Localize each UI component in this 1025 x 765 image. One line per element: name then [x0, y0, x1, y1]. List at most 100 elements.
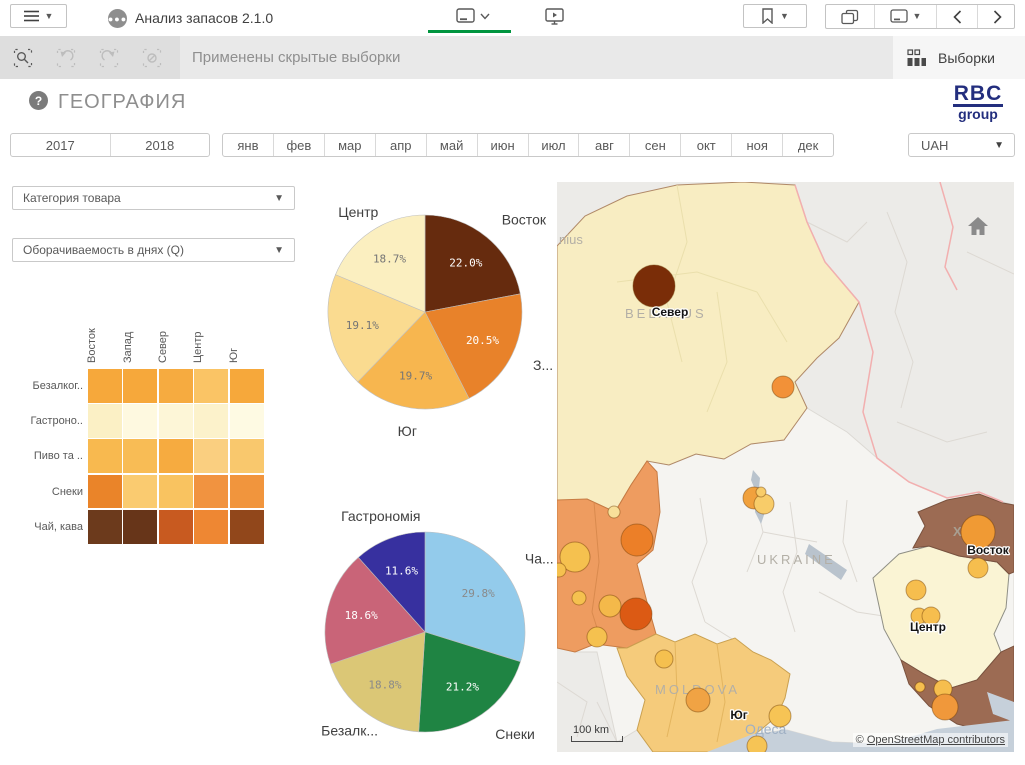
month-button[interactable]: авг [578, 134, 629, 156]
heatmap-cell[interactable] [194, 369, 228, 403]
selections-label: Выборки [938, 50, 995, 66]
map-bubble[interactable] [633, 265, 675, 307]
story-button[interactable] [545, 8, 564, 25]
heatmap-cell[interactable] [88, 404, 122, 438]
year-button[interactable]: 2017 [11, 134, 110, 156]
app-title: Анализ запасов 2.1.0 [135, 10, 273, 26]
pie-value-label: 11.6% [385, 564, 418, 577]
heatmap-cell[interactable] [159, 475, 193, 509]
chevron-down-icon [480, 13, 490, 20]
month-button[interactable]: июл [528, 134, 579, 156]
month-button[interactable]: май [426, 134, 477, 156]
map-bubble[interactable] [686, 688, 710, 712]
map-bubble[interactable] [608, 506, 620, 518]
measure-filter-label: Оборачиваемость в днях (Q) [23, 243, 184, 257]
heatmap-cell[interactable] [123, 369, 157, 403]
month-button[interactable]: июн [477, 134, 528, 156]
selections-grid-icon [907, 49, 926, 66]
pie-value-label: 29.8% [462, 587, 495, 600]
app-menu-button[interactable]: ▼ [10, 4, 67, 28]
pie-slice-label: Гастрономія [341, 508, 420, 524]
month-button[interactable]: сен [629, 134, 680, 156]
help-icon[interactable]: ? [29, 91, 48, 110]
heatmap-row-label: Безалког.. [15, 369, 83, 404]
heatmap-cell[interactable] [159, 510, 193, 544]
month-button[interactable]: ноя [731, 134, 782, 156]
sheet-list-button[interactable]: ▼ [875, 5, 937, 28]
map-bubble[interactable] [655, 650, 673, 668]
clear-selections-icon[interactable] [141, 47, 163, 69]
attribution-link[interactable]: OpenStreetMap contributors [867, 734, 1005, 746]
heatmap-cell[interactable] [159, 439, 193, 473]
month-button[interactable]: янв [223, 134, 273, 156]
heatmap-col-label: Запад [122, 332, 135, 363]
bookmarks-button[interactable]: ▼ [743, 4, 807, 28]
active-sheet-indicator [428, 30, 511, 33]
sheet-icon [890, 9, 908, 24]
map-scale-bar [571, 736, 623, 742]
pie-value-label: 18.8% [368, 678, 401, 691]
pie-slice-label: Безалк... [321, 723, 378, 739]
heatmap-cell[interactable] [230, 439, 264, 473]
map-bubble[interactable] [587, 627, 607, 647]
heatmap-cell[interactable] [88, 369, 122, 403]
map-bubble[interactable] [557, 563, 566, 577]
map-bubble[interactable] [620, 598, 652, 630]
heatmap-cell[interactable] [230, 475, 264, 509]
map-bubble[interactable] [906, 580, 926, 600]
heatmap-cell[interactable] [123, 510, 157, 544]
map-chart[interactable]: niusBELARUSUKRAINEMOLDOVAОдесаХарків Сев… [557, 182, 1014, 752]
map-bubble-label: Север [652, 305, 689, 319]
map-bubble[interactable] [572, 591, 586, 605]
heatmap-cell[interactable] [194, 475, 228, 509]
currency-dropdown[interactable]: UAH ▼ [908, 133, 1015, 157]
month-button[interactable]: фев [273, 134, 324, 156]
map-bubble[interactable] [772, 376, 794, 398]
map-bubble[interactable] [756, 487, 766, 497]
smart-search-icon[interactable] [12, 47, 34, 69]
heatmap-cell[interactable] [194, 510, 228, 544]
map-bubble[interactable] [747, 736, 767, 752]
heatmap-cell[interactable] [88, 475, 122, 509]
heatmap-cell[interactable] [88, 439, 122, 473]
map-home-button[interactable] [964, 212, 992, 240]
category-filter-dropdown[interactable]: Категория товара ▼ [12, 186, 295, 210]
map-bubble[interactable] [621, 524, 653, 556]
heatmap-cell[interactable] [230, 369, 264, 403]
duplicate-sheet-button[interactable] [826, 5, 875, 28]
heatmap-cell[interactable] [123, 439, 157, 473]
pie-value-label: 18.6% [345, 609, 378, 622]
map-bubble[interactable] [599, 595, 621, 617]
heatmap-cell[interactable] [159, 369, 193, 403]
heatmap-cell[interactable] [123, 475, 157, 509]
heatmap-cell[interactable] [159, 404, 193, 438]
overlapping-sheets-icon [841, 9, 859, 25]
map-place-label: UKRAINE [757, 552, 836, 567]
year-button[interactable]: 2018 [110, 134, 210, 156]
month-button[interactable]: мар [324, 134, 375, 156]
pie-chart-categories: 29.8%Ча...21.2%Снеки18.8%Безалк...18.6%1… [288, 508, 558, 758]
heatmap-cell[interactable] [194, 404, 228, 438]
month-button[interactable]: апр [375, 134, 426, 156]
step-forward-icon[interactable] [98, 47, 120, 69]
map-bubble[interactable] [769, 705, 791, 727]
map-bubble[interactable] [754, 494, 774, 514]
step-back-icon[interactable] [55, 47, 77, 69]
prev-sheet-button[interactable] [937, 5, 978, 28]
selections-tool-button[interactable]: Выборки [893, 36, 1025, 79]
pie-slice-label: Юг [398, 423, 417, 439]
heatmap-cell[interactable] [230, 510, 264, 544]
heatmap-cell[interactable] [194, 439, 228, 473]
heatmap-cell[interactable] [230, 404, 264, 438]
heatmap-cell[interactable] [123, 404, 157, 438]
map-bubble[interactable] [932, 694, 958, 720]
map-bubble[interactable] [968, 558, 988, 578]
month-button[interactable]: окт [680, 134, 731, 156]
sheet-selector-button[interactable] [456, 8, 490, 24]
month-button[interactable]: дек [782, 134, 833, 156]
map-bubble[interactable] [915, 682, 925, 692]
map-bubble-label: Восток [967, 543, 1010, 557]
heatmap-cell[interactable] [88, 510, 122, 544]
next-sheet-button[interactable] [978, 5, 1017, 28]
measure-filter-dropdown[interactable]: Оборачиваемость в днях (Q) ▼ [12, 238, 295, 262]
